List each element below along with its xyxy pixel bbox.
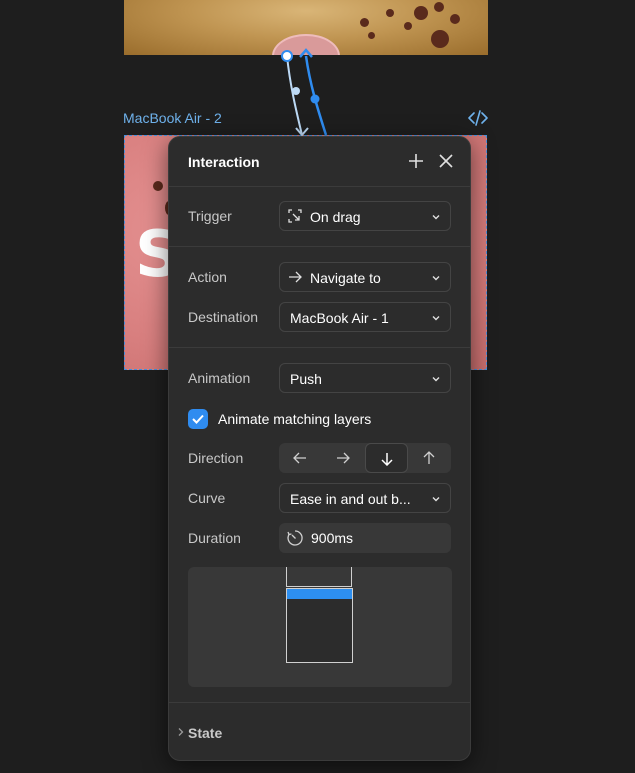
frame-label[interactable]: MacBook Air - 2 [123, 110, 222, 126]
interaction-panel: Interaction Trigger On drag Action Navig… [168, 136, 471, 761]
direction-down-button[interactable] [365, 443, 408, 473]
chevron-down-icon [432, 497, 440, 502]
chocolate-chip [431, 30, 449, 48]
divider [169, 246, 470, 247]
arrow-down-icon [381, 453, 393, 466]
arrow-right-icon [337, 452, 350, 464]
timer-icon [287, 530, 303, 546]
preview-outgoing-frame [286, 567, 352, 587]
arrow-left-icon [293, 452, 306, 464]
panel-title: Interaction [188, 154, 260, 170]
chevron-down-icon [432, 276, 440, 281]
chevron-right-icon [178, 728, 184, 736]
preview-frame-bar [287, 589, 352, 599]
animation-preview [188, 567, 452, 687]
arrow-right-icon [289, 271, 302, 283]
checkmark-icon [192, 414, 204, 424]
trigger-value: On drag [310, 209, 361, 225]
curve-select[interactable]: Ease in and out b... [279, 483, 451, 513]
direction-up-button[interactable] [408, 443, 451, 473]
preview-incoming-frame [286, 588, 353, 663]
trigger-select[interactable]: On drag [279, 201, 451, 231]
destination-value: MacBook Air - 1 [290, 310, 389, 326]
animation-value: Push [290, 371, 322, 387]
plus-icon[interactable] [407, 152, 425, 170]
chocolate-chip [368, 32, 375, 39]
code-icon[interactable] [468, 110, 488, 126]
panel-header: Interaction [169, 137, 470, 187]
chocolate-chip [414, 6, 428, 20]
direction-segmented-control [279, 443, 451, 473]
chocolate-chip [153, 181, 163, 191]
arrow-up-icon [423, 451, 435, 464]
chocolate-chip [360, 18, 369, 27]
curve-value: Ease in and out b... [290, 491, 411, 507]
destination-label: Destination [188, 309, 259, 325]
chevron-down-icon [432, 316, 440, 321]
chocolate-chip [386, 9, 394, 17]
divider [169, 347, 470, 348]
direction-label: Direction [188, 450, 244, 466]
curve-label: Curve [188, 490, 226, 506]
close-icon[interactable] [437, 152, 455, 170]
animate-matching-label: Animate matching layers [218, 411, 372, 427]
chevron-down-icon [432, 377, 440, 382]
drag-icon [288, 209, 302, 223]
direction-left-button[interactable] [279, 443, 322, 473]
trigger-label: Trigger [188, 208, 232, 224]
duration-value: 900ms [311, 530, 354, 546]
animate-matching-checkbox[interactable] [188, 409, 208, 429]
chocolate-chip [450, 14, 460, 24]
prototype-connection-arrows[interactable] [260, 40, 350, 150]
destination-select[interactable]: MacBook Air - 1 [279, 302, 451, 332]
action-label: Action [188, 269, 227, 285]
chocolate-chip [434, 2, 444, 12]
state-label: State [188, 725, 223, 741]
animation-label: Animation [188, 370, 251, 386]
animation-select[interactable]: Push [279, 363, 451, 393]
direction-right-button[interactable] [322, 443, 365, 473]
duration-label: Duration [188, 530, 241, 546]
action-select[interactable]: Navigate to [279, 262, 451, 292]
duration-input[interactable]: 900ms [279, 523, 451, 553]
divider [169, 702, 470, 703]
action-value: Navigate to [310, 270, 381, 286]
chocolate-chip [404, 22, 412, 30]
chevron-down-icon [432, 215, 440, 220]
